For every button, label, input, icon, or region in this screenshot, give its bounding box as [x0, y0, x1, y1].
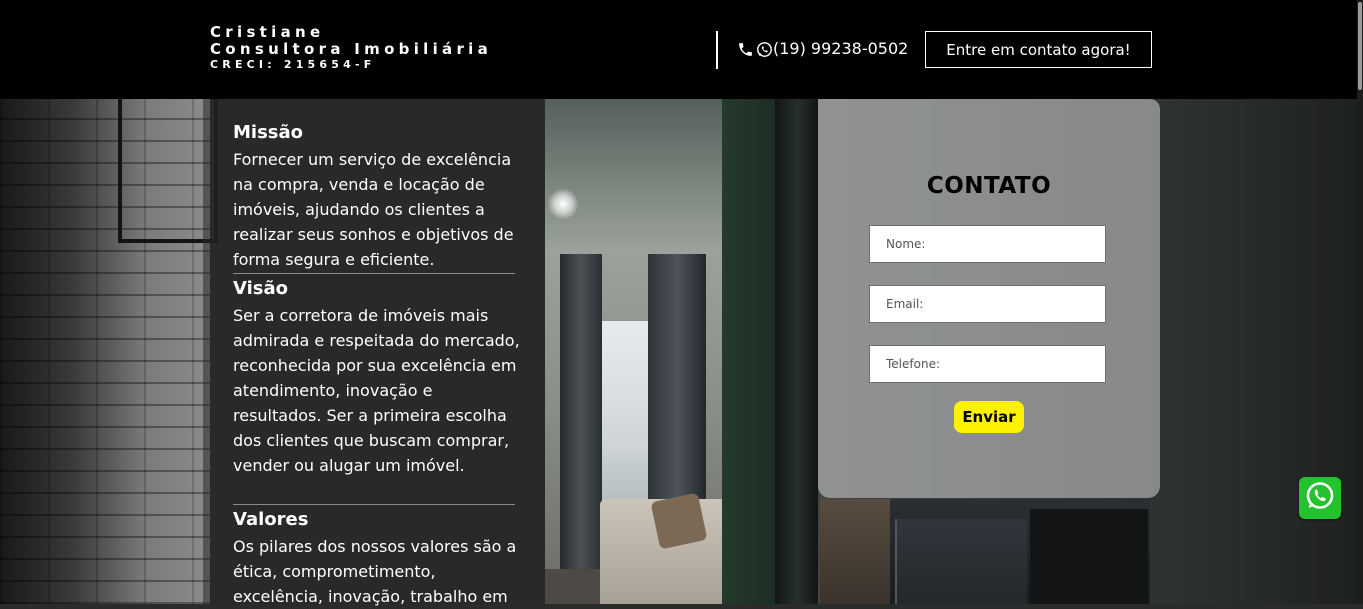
phone-number: (19) 99238-0502: [773, 39, 909, 58]
whatsapp-icon: [1304, 480, 1336, 516]
mission-text: Fornecer um serviço de excelência na com…: [233, 150, 514, 269]
email-input[interactable]: [869, 285, 1106, 323]
phone-link[interactable]: (19) 99238-0502: [737, 38, 908, 60]
header-divider: [716, 31, 718, 69]
phone-icon: [737, 41, 754, 58]
brand-creci: CRECI: 215654-F: [210, 58, 376, 71]
door-frame: [775, 99, 820, 604]
whatsapp-icon: [756, 41, 773, 58]
pillow: [650, 492, 708, 550]
phone-input[interactable]: [869, 345, 1106, 383]
site-header: Cristiane Consultora Imobiliária CRECI: …: [0, 0, 1357, 99]
whatsapp-float-button[interactable]: [1299, 477, 1341, 519]
contact-form-title: CONTATO: [926, 173, 1052, 199]
contact-form-card: CONTATO Enviar: [818, 99, 1160, 498]
name-input[interactable]: [869, 225, 1106, 263]
section-divider: [233, 504, 515, 505]
vision-text: Ser a corretora de imóveis mais admirada…: [233, 306, 520, 475]
curtain-left: [560, 254, 602, 574]
stove: [1030, 509, 1148, 604]
values-title: Valores: [233, 509, 309, 530]
brand-logo[interactable]: Cristiane Consultora Imobiliária CRECI: …: [210, 23, 493, 72]
values-text: Os pilares dos nossos valores são a étic…: [233, 537, 517, 606]
brand-title: Consultora Imobiliária: [210, 40, 493, 58]
contact-now-button[interactable]: Entre em contato agora!: [925, 31, 1152, 68]
ceiling-lamp: [548, 189, 578, 219]
kitchen-cabinet: [895, 519, 1027, 604]
scrollbar-thumb[interactable]: [1358, 2, 1362, 90]
dining-table: [820, 499, 890, 604]
green-wall: [722, 99, 780, 604]
mission-title: Missão: [233, 122, 304, 143]
about-panel: Missão Fornecer um serviço de excelência…: [203, 99, 545, 606]
vision-title: Visão: [233, 278, 289, 299]
section-divider: [233, 273, 515, 274]
page-scrollbar[interactable]: [1357, 0, 1363, 604]
send-button[interactable]: Enviar: [954, 401, 1024, 433]
brand-name: Cristiane: [210, 23, 325, 41]
